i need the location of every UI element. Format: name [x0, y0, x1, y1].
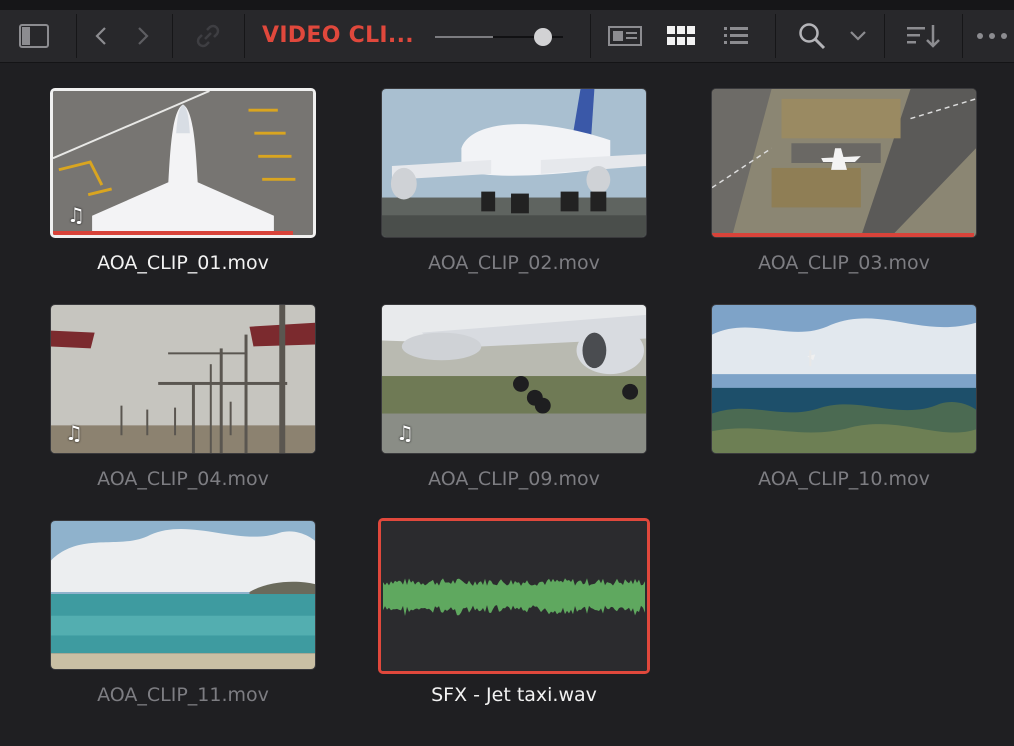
chevron-down-icon[interactable] [842, 10, 874, 62]
toolbar-divider [172, 14, 173, 58]
link-icon[interactable] [188, 10, 228, 62]
clip-name: AOA_CLIP_03.mov [758, 252, 930, 274]
audio-waveform [381, 521, 647, 671]
toolbar-divider [775, 14, 776, 58]
media-pool-toolbar: VIDEO CLI... [0, 10, 1014, 63]
clip-name: AOA_CLIP_01.mov [97, 252, 269, 274]
toolbar-divider [244, 14, 245, 58]
clip-progress-bar [53, 231, 293, 235]
music-note-icon: ♫ [65, 421, 83, 445]
clip-name: AOA_CLIP_04.mov [97, 468, 269, 490]
clip-name: AOA_CLIP_02.mov [428, 252, 600, 274]
clip-thumbnail[interactable]: ♫ [381, 304, 647, 454]
chevron-right-icon[interactable] [128, 10, 158, 62]
bin-title[interactable]: VIDEO CLI... [262, 10, 414, 62]
sort-icon[interactable] [898, 10, 950, 62]
toolbar-divider [590, 14, 591, 58]
clip-name: AOA_CLIP_11.mov [97, 684, 269, 706]
search-icon[interactable] [792, 10, 832, 62]
clip-thumbnail[interactable]: ♫ [50, 88, 316, 238]
slider-knob[interactable] [533, 28, 552, 46]
window-top-strip [0, 0, 1014, 10]
toolbar-divider [76, 14, 77, 58]
clip-thumbnail[interactable] [50, 520, 316, 670]
clip-progress-bar [712, 233, 974, 237]
metadata-view-icon[interactable] [604, 10, 646, 62]
grid-view-icon[interactable] [660, 10, 702, 62]
clip-thumbnail[interactable] [711, 304, 977, 454]
clip-name: AOA_CLIP_09.mov [428, 468, 600, 490]
clip-name: AOA_CLIP_10.mov [758, 468, 930, 490]
list-view-icon[interactable] [716, 10, 758, 62]
audio-clip-thumbnail[interactable] [378, 518, 650, 674]
clip-thumbnail[interactable] [381, 88, 647, 238]
chevron-left-icon[interactable] [86, 10, 116, 62]
clip-name: SFX - Jet taxi.wav [431, 684, 597, 706]
more-options-icon[interactable] [974, 10, 1012, 62]
music-note-icon: ♫ [396, 421, 414, 445]
music-note-icon: ♫ [67, 203, 85, 227]
toolbar-divider [962, 14, 963, 58]
clip-thumbnail[interactable]: ♫ [50, 304, 316, 454]
slider-fill [435, 36, 493, 38]
clip-thumbnail[interactable] [711, 88, 977, 238]
media-pool-grid: ♫ AOA_CLIP_01.mov AOA_CLIP_02.mov AOA_CL… [0, 62, 1014, 746]
sidebar-toggle-icon[interactable] [12, 10, 56, 62]
toolbar-divider [884, 14, 885, 58]
